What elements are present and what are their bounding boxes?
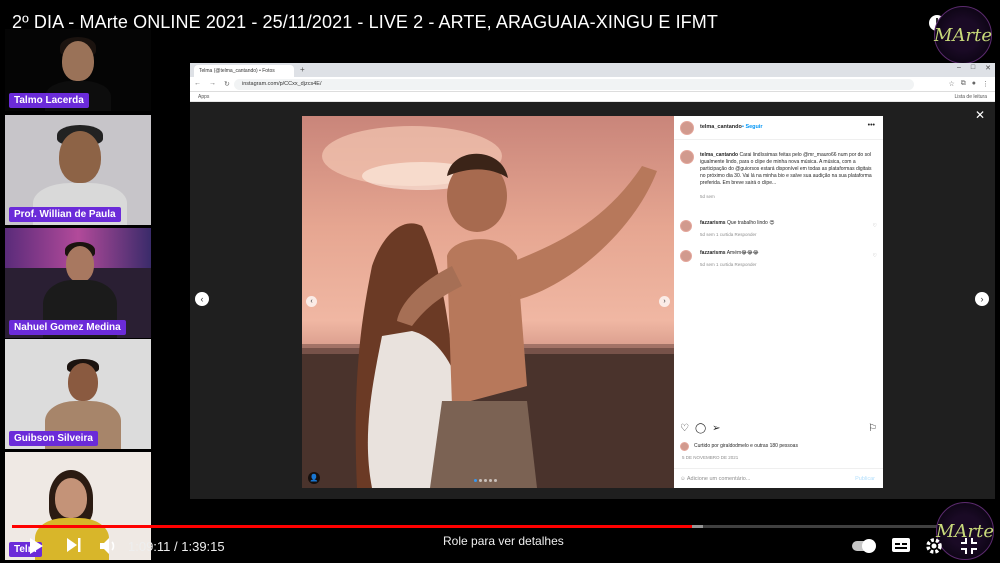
comment-placeholder: Adicione um comentário...: [686, 476, 751, 482]
caption-avatar[interactable]: [680, 150, 694, 164]
settings-icon[interactable]: [925, 537, 943, 560]
comment-avatar[interactable]: [680, 250, 692, 262]
follow-button[interactable]: • Seguir: [742, 124, 763, 130]
liker-avatar: [680, 442, 689, 451]
reload-icon[interactable]: ↻: [224, 80, 230, 88]
reading-list[interactable]: Lista de leitura: [954, 94, 987, 100]
minimize-icon[interactable]: –: [957, 64, 961, 72]
progress-bar[interactable]: [12, 525, 988, 528]
nav-buttons: ← → ↻: [194, 80, 230, 88]
send-icon[interactable]: ➢: [712, 423, 720, 434]
post-username[interactable]: telma_cantando: [700, 124, 742, 130]
scroll-hint[interactable]: Role para ver detalhes: [443, 534, 564, 548]
participant-name: Nahuel Gomez Medina: [9, 320, 126, 335]
carousel-dot: [489, 479, 492, 482]
participant-name: Guibson Silveira: [9, 431, 98, 446]
progress-played: [12, 525, 693, 528]
time-display: 1:09:11 / 1:39:15: [128, 539, 225, 554]
carousel-dot: [484, 479, 487, 482]
carousel-dot: [494, 479, 497, 482]
comment-meta: 5d sem 1 curtida Responder: [700, 232, 757, 237]
bookmarks-bar: Apps Lista de leitura: [190, 92, 995, 102]
comment-avatar[interactable]: [680, 220, 692, 232]
participant-tile-3: Nahuel Gomez Medina: [5, 228, 151, 338]
face: [68, 363, 98, 401]
new-tab-button[interactable]: +: [300, 65, 305, 74]
player-controls: 1:09:11 / 1:39:15 Role para ver detalhes: [0, 533, 1000, 561]
address-bar: ← → ↻ instagram.com/p/CCxx_djzcs4E/ ☆ ⧉ …: [190, 77, 995, 92]
emoji-icon[interactable]: ☺: [680, 476, 686, 482]
photo-next-icon[interactable]: ›: [659, 296, 670, 307]
url-input[interactable]: instagram.com/p/CCxx_djzcs4E/: [234, 79, 914, 90]
instagram-post-modal: ✕ ‹ › ‹ › 👤 telma_cantando • Seguir ••• …: [190, 102, 995, 499]
participant-name: Prof. Willian de Paula: [9, 207, 121, 222]
participant-tile-2: Prof. Willian de Paula: [5, 115, 151, 225]
post-header: telma_cantando • Seguir •••: [674, 116, 883, 140]
bookmark-apps[interactable]: Apps: [198, 94, 209, 100]
comment-like-icon[interactable]: ♡: [873, 253, 877, 259]
user-tag-icon[interactable]: 👤: [308, 472, 320, 484]
browser-tabbar: Telma (@telma_cantando) • Fotos + – □ ✕: [190, 63, 995, 77]
maximize-icon[interactable]: □: [971, 64, 975, 72]
like-icon[interactable]: ♡: [680, 423, 689, 434]
comment-like-icon[interactable]: ♡: [873, 223, 877, 229]
post-date: 5 DE NOVEMBRO DE 2021: [682, 455, 739, 460]
face: [66, 246, 94, 282]
face: [62, 41, 94, 81]
avatar[interactable]: [680, 121, 694, 135]
marte-logo: MArte: [934, 6, 992, 64]
comment-meta: 5d sem 1 curtida Responder: [700, 262, 757, 267]
star-icon[interactable]: ☆: [948, 80, 954, 88]
comment-username[interactable]: fazzarisms: [700, 220, 726, 226]
carousel-dots: [474, 479, 497, 482]
post-actions: ♡ ◯ ➢: [680, 423, 721, 434]
comment-username[interactable]: fazzarisms: [700, 250, 726, 256]
next-post-icon[interactable]: ›: [975, 292, 989, 306]
likes-text[interactable]: Curtido por giraldodmelo e outras 180 pe…: [694, 443, 798, 449]
carousel-dot: [474, 479, 477, 482]
save-icon[interactable]: ⚐: [868, 423, 877, 434]
prev-post-icon[interactable]: ‹: [195, 292, 209, 306]
forward-icon[interactable]: →: [209, 80, 216, 88]
comment-input[interactable]: ☺ Adicione um comentário... Publicar: [674, 468, 883, 488]
caption-username[interactable]: telma_cantando: [700, 152, 738, 158]
subtitles-icon[interactable]: [891, 537, 911, 558]
comment-item: fazzarisms Amém😂😂😂 5d sem 1 curtida Resp…: [700, 250, 759, 267]
fullscreen-exit-icon[interactable]: [960, 537, 978, 560]
participant-tile-4: Guibson Silveira: [5, 339, 151, 449]
caption-time: 5d sem: [700, 194, 715, 199]
autoplay-toggle[interactable]: [852, 539, 876, 553]
extensions-icon[interactable]: ⧉: [961, 80, 966, 88]
post-photo: ‹ › 👤: [302, 116, 674, 488]
next-video-icon[interactable]: [66, 537, 82, 558]
comment-icon[interactable]: ◯: [695, 423, 706, 434]
comment-text: Que trabalho lindo 😍: [726, 220, 775, 226]
carousel-dot: [479, 479, 482, 482]
window-controls: – □ ✕: [957, 64, 991, 72]
face: [59, 131, 101, 183]
logo-text: MArte: [934, 24, 992, 46]
menu-icon[interactable]: ⋮: [982, 80, 989, 88]
profile-icon[interactable]: ●: [972, 80, 976, 88]
photo-prev-icon[interactable]: ‹: [306, 296, 317, 307]
close-icon[interactable]: ✕: [975, 108, 985, 122]
publish-button[interactable]: Publicar: [855, 476, 875, 482]
more-options-icon[interactable]: •••: [868, 122, 875, 129]
participant-tile-1: Talmo Lacerda: [5, 29, 151, 111]
play-icon[interactable]: [28, 537, 44, 560]
shared-browser-window: Telma (@telma_cantando) • Fotos + – □ ✕ …: [190, 63, 995, 499]
comment-item: fazzarisms Que trabalho lindo 😍 5d sem 1…: [700, 220, 774, 237]
comment-text: Amém😂😂😂: [726, 250, 759, 256]
post-sidebar: telma_cantando • Seguir ••• telma_cantan…: [674, 116, 883, 488]
browser-tab[interactable]: Telma (@telma_cantando) • Fotos: [194, 65, 294, 77]
post-caption: telma_cantando Carai lindíssimas feitas …: [700, 152, 876, 200]
back-icon[interactable]: ←: [194, 80, 201, 88]
close-window-icon[interactable]: ✕: [985, 64, 991, 72]
volume-icon[interactable]: [99, 537, 119, 560]
address-icons: ☆ ⧉ ● ⋮: [948, 80, 989, 88]
face: [55, 478, 87, 518]
participant-name: Talmo Lacerda: [9, 93, 89, 108]
photo-illustration: [302, 126, 674, 488]
